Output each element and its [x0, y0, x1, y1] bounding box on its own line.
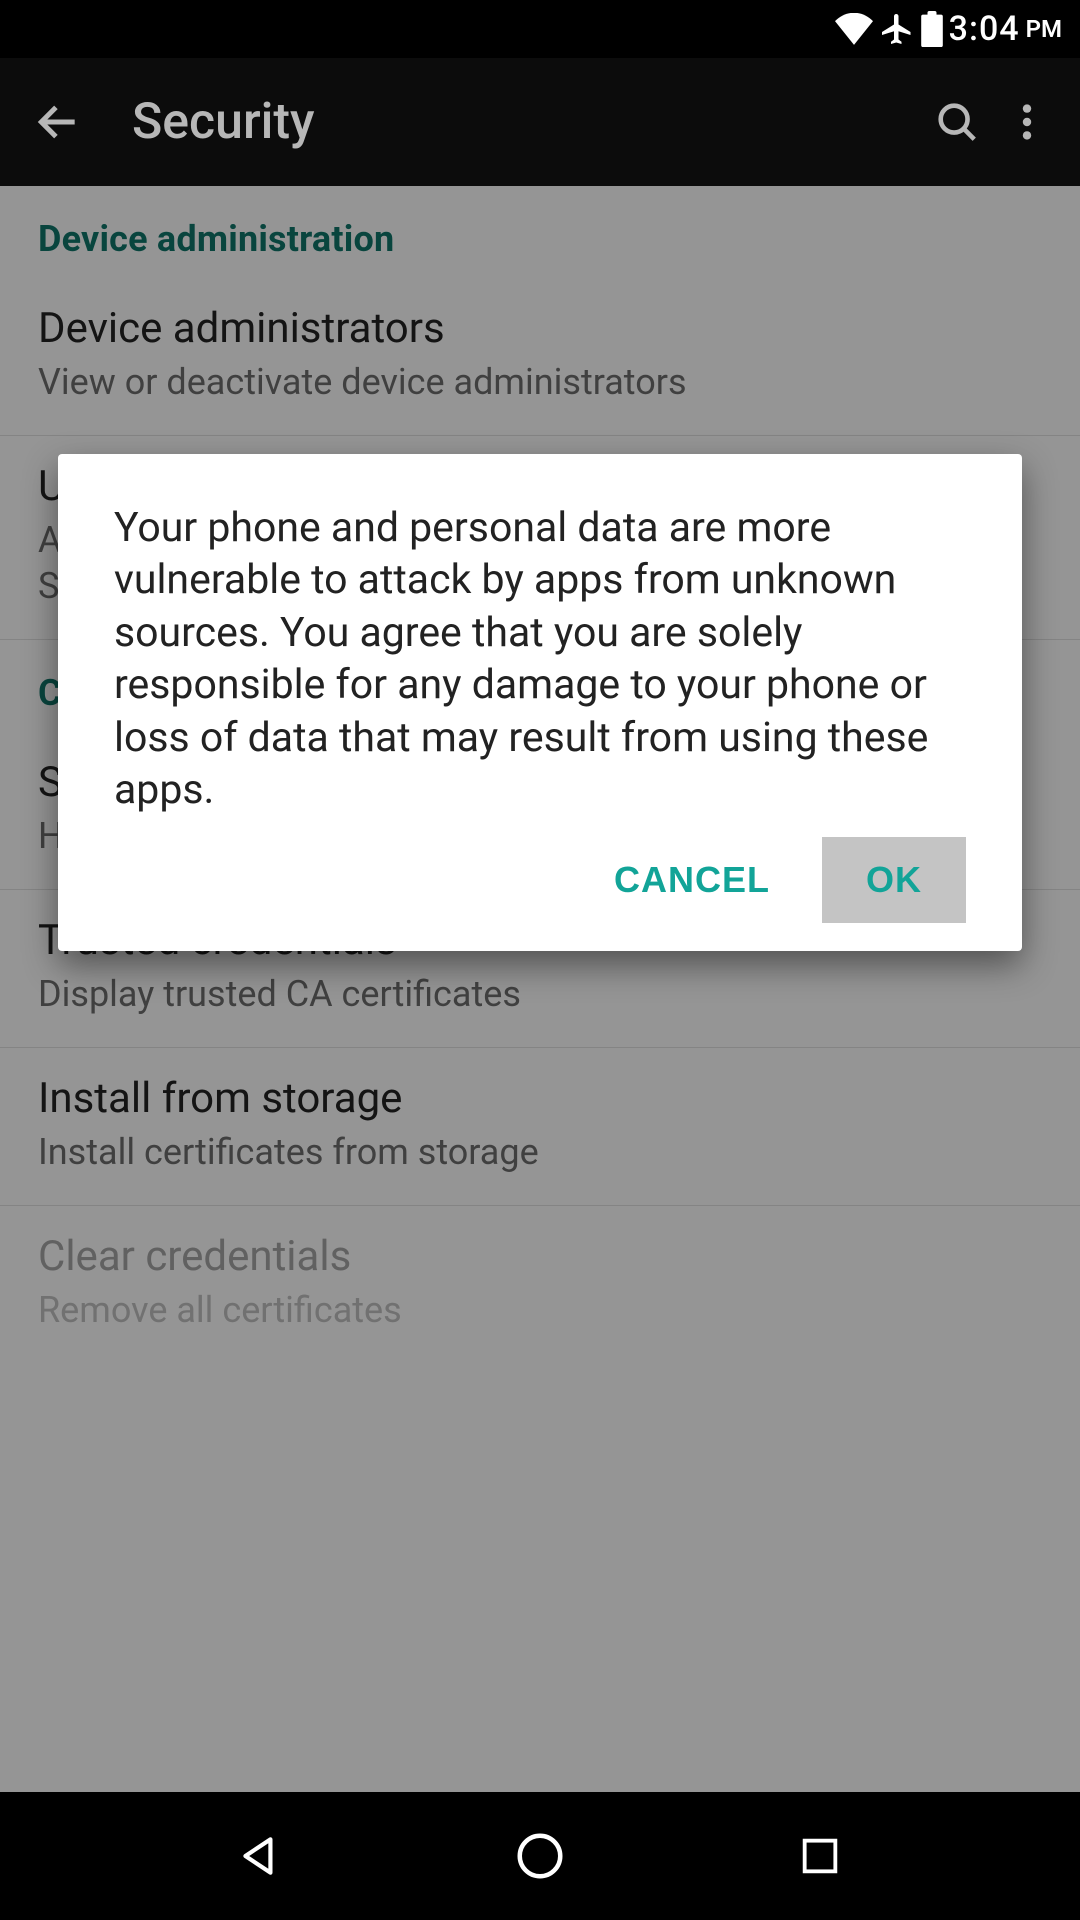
page-title: Security	[132, 93, 922, 151]
cancel-button[interactable]: CANCEL	[584, 837, 800, 923]
nav-home-button[interactable]	[500, 1816, 580, 1896]
back-button[interactable]	[28, 92, 88, 152]
overflow-button[interactable]	[992, 87, 1062, 157]
navigation-bar	[0, 1792, 1080, 1920]
wifi-icon	[835, 13, 873, 45]
scrim[interactable]	[0, 186, 1080, 1792]
status-bar: 3:04 PM	[0, 0, 1080, 58]
confirmation-dialog: Your phone and personal data are more vu…	[58, 454, 1022, 951]
ok-button[interactable]: OK	[822, 837, 966, 923]
status-time: 3:04	[949, 9, 1020, 49]
dialog-actions: CANCEL OK	[114, 837, 966, 923]
dialog-message: Your phone and personal data are more vu…	[114, 502, 966, 827]
status-ampm: PM	[1026, 15, 1062, 43]
battery-icon	[921, 11, 943, 47]
airplane-icon	[879, 11, 915, 47]
nav-back-button[interactable]	[220, 1816, 300, 1896]
search-button[interactable]	[922, 87, 992, 157]
app-bar: Security	[0, 58, 1080, 186]
nav-recent-button[interactable]	[780, 1816, 860, 1896]
